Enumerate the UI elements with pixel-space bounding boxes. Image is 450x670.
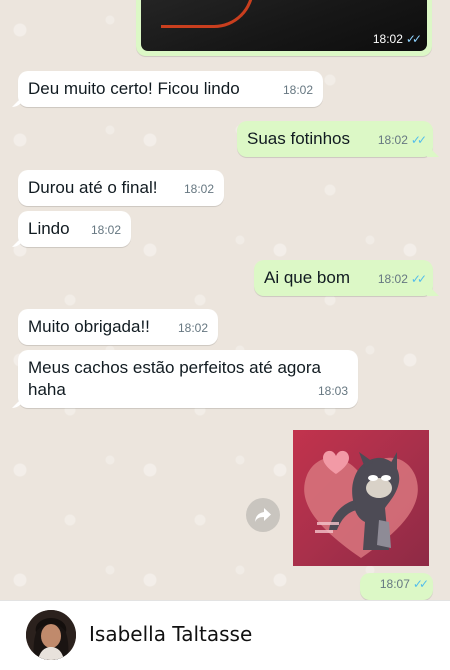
profile-footer: Isabella Taltasse — [0, 600, 450, 670]
message-bubble-outgoing[interactable]: Ai que bom 18:02 ✓✓ — [254, 260, 433, 296]
message-text: Deu muito certo! Ficou lindo — [28, 79, 240, 98]
avatar-icon — [26, 610, 76, 660]
message-time: 18:02 — [282, 83, 313, 97]
sticker-time-badge: 18:07 ✓✓ — [360, 573, 433, 600]
photo-message[interactable]: 18:02 ✓✓ — [136, 0, 432, 56]
message-bubble-incoming[interactable]: Meus cachos estão perfeitos até agora ha… — [18, 350, 358, 408]
message-time: 18:02 — [90, 223, 121, 237]
chat-area[interactable]: 18:02 ✓✓ Deu muito certo! Ficou lindo 18:… — [0, 0, 450, 600]
profile-username: Isabella Taltasse — [89, 622, 253, 646]
message-text: Suas fotinhos — [247, 129, 351, 148]
message-bubble-incoming[interactable]: Muito obrigada!! 18:02 — [18, 309, 218, 345]
message-bubble-incoming[interactable]: Durou até o final! 18:02 — [18, 170, 224, 206]
message-time: 18:02 ✓✓ — [372, 32, 422, 46]
profile-avatar[interactable] — [26, 610, 76, 660]
message-text: Durou até o final! — [28, 178, 158, 197]
read-ticks-icon: ✓✓ — [410, 272, 427, 286]
message-time: 18:02 ✓✓ — [377, 133, 427, 147]
message-time: 18:07 ✓✓ — [379, 577, 429, 591]
message-bubble-outgoing[interactable]: Suas fotinhos 18:02 ✓✓ — [237, 121, 433, 157]
message-time: 18:02 — [177, 321, 208, 335]
forward-button[interactable] — [246, 498, 280, 532]
tom-cat-heart-sticker — [304, 450, 418, 558]
sticker-message[interactable] — [293, 430, 429, 566]
message-time: 18:02 ✓✓ — [377, 272, 427, 286]
message-bubble-incoming[interactable]: Deu muito certo! Ficou lindo 18:02 — [18, 71, 323, 107]
message-text: Lindo — [28, 219, 70, 238]
read-ticks-icon: ✓✓ — [405, 32, 422, 46]
message-text: Ai que bom — [264, 268, 350, 287]
message-text: Meus cachos estão perfeitos até agora ha… — [28, 358, 321, 399]
message-text: Muito obrigada!! — [28, 317, 150, 336]
read-ticks-icon: ✓✓ — [412, 577, 429, 591]
forward-arrow-icon — [255, 508, 271, 522]
read-ticks-icon: ✓✓ — [410, 133, 427, 147]
message-time: 18:03 — [317, 384, 348, 398]
message-bubble-incoming[interactable]: Lindo 18:02 — [18, 211, 131, 247]
message-time: 18:02 — [183, 182, 214, 196]
